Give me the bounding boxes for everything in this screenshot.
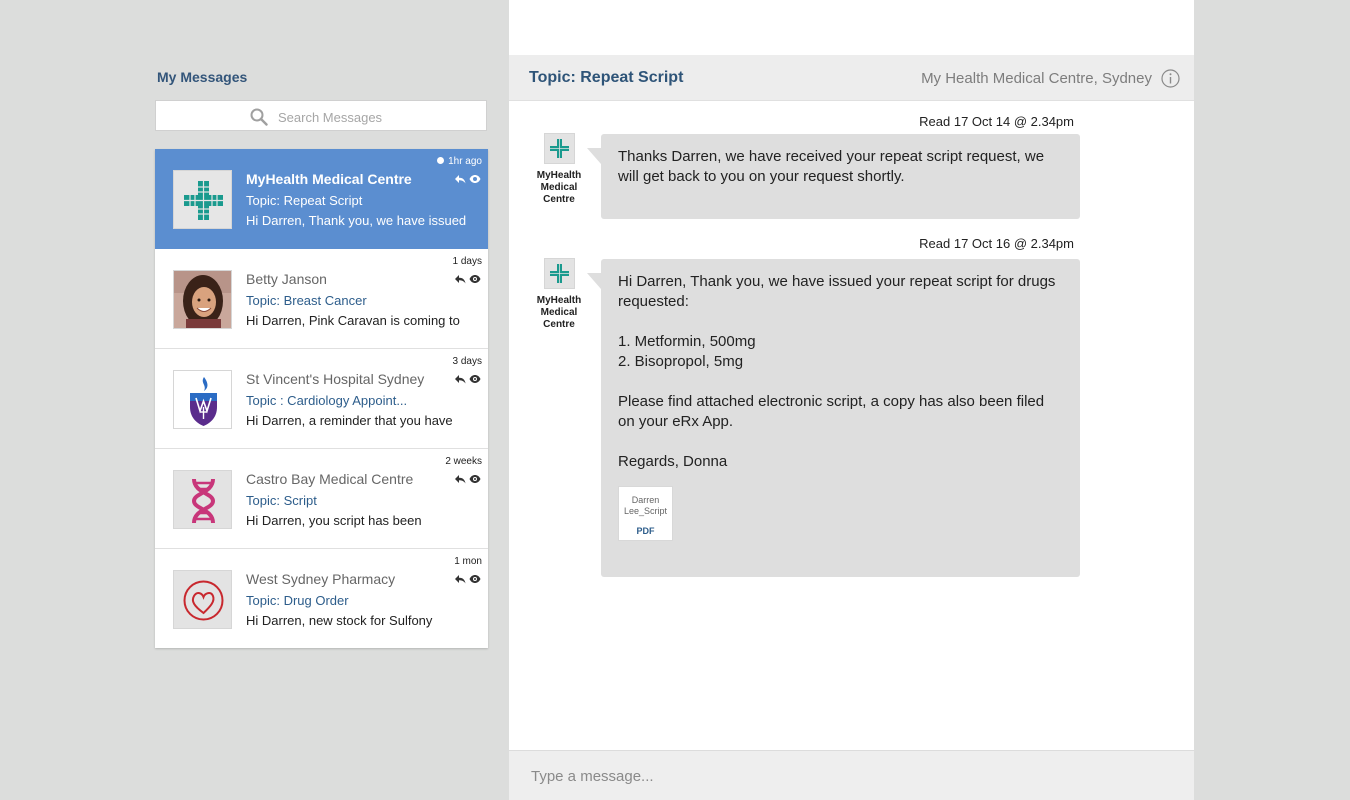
message-text: Regards, Donna	[618, 453, 728, 470]
my-messages-title: My Messages	[157, 69, 248, 85]
attachment-name: Darren Lee_Script	[623, 495, 668, 516]
conversation-sender: West Sydney Pharmacy	[246, 571, 396, 587]
conversation-time: 1 mon	[454, 556, 482, 567]
medical-cross-icon	[543, 258, 575, 289]
message-text: Please find attached electronic script, …	[618, 393, 1045, 430]
conversation-preview: Hi Darren, new stock for Sulfony	[246, 613, 433, 628]
message-input[interactable]	[529, 764, 1173, 788]
conversation-topic: Topic: Repeat Script	[246, 193, 363, 208]
read-receipt: Read 17 Oct 16 @ 2.34pm	[919, 236, 1074, 251]
dna-icon	[173, 470, 232, 529]
message-bubble: Hi Darren, Thank you, we have issued you…	[587, 259, 1080, 577]
view-icon[interactable]	[469, 171, 481, 189]
reply-icon[interactable]	[454, 371, 466, 389]
conversation-time: 1hr ago	[437, 156, 482, 167]
conversation-item-st-vincents[interactable]: 3 days St Vincent's Hospital Sydney Topi…	[155, 349, 488, 449]
search-box[interactable]	[155, 100, 487, 131]
conversation-time: 1 days	[452, 256, 482, 267]
message-sender-name: MyHealth Medical Centre	[536, 170, 582, 205]
person-photo	[173, 270, 232, 329]
view-icon[interactable]	[469, 271, 481, 289]
reply-icon[interactable]	[454, 471, 466, 489]
view-icon[interactable]	[469, 371, 481, 389]
conversation-sender: St Vincent's Hospital Sydney	[246, 371, 425, 387]
conversation-time: 2 weeks	[445, 456, 482, 467]
conversation-topic: Topic: Breast Cancer	[246, 293, 367, 308]
medical-cross-icon	[173, 170, 232, 229]
conversation-preview: Hi Darren, you script has been	[246, 513, 422, 528]
message-sender: MyHealth Medical Centre	[527, 133, 591, 206]
attachment-type: PDF	[636, 526, 655, 536]
message-sender: MyHealth Medical Centre	[527, 258, 591, 331]
search-icon	[250, 108, 268, 131]
message-text: 1. Metformin, 500mg	[618, 333, 756, 350]
conversation-preview: Hi Darren, a reminder that you have	[246, 413, 453, 428]
conversation-sender: Betty Janson	[246, 271, 327, 287]
attachment-file[interactable]: Darren Lee_Script PDF	[618, 486, 673, 541]
conversation-topic: Topic : Cardiology Appoint...	[246, 393, 408, 408]
conversation-item-castro-bay[interactable]: 2 weeks Castro Bay Medical Centre Topic:…	[155, 449, 488, 549]
conversation-list: 1hr ago MyHealth Medical Centre Topic: R…	[155, 149, 488, 648]
chat-organisation: My Health Medical Centre, Sydney	[921, 70, 1152, 87]
conversation-topic: Topic: Script	[246, 493, 317, 508]
conversation-sender: Castro Bay Medical Centre	[246, 471, 414, 487]
medical-cross-icon	[543, 133, 575, 164]
conversation-preview: Hi Darren, Pink Caravan is coming to	[246, 313, 460, 328]
conversation-sender: MyHealth Medical Centre	[246, 171, 412, 187]
conversation-actions	[454, 571, 481, 589]
conversation-item-west-sydney-pharmacy[interactable]: 1 mon West Sydney Pharmacy Topic: Drug O…	[155, 549, 488, 649]
chat-panel: Topic: Repeat Script My Health Medical C…	[509, 0, 1194, 800]
conversation-item-betty-janson[interactable]: 1 days Betty Janson Topic: Breast Cancer…	[155, 249, 488, 349]
info-icon[interactable]	[1161, 69, 1180, 93]
conversation-topic: Topic: Drug Order	[246, 593, 349, 608]
message-text: Hi Darren, Thank you, we have issued you…	[618, 273, 1056, 310]
view-icon[interactable]	[469, 471, 481, 489]
conversation-item-myhealth[interactable]: 1hr ago MyHealth Medical Centre Topic: R…	[155, 149, 488, 249]
conversation-time: 3 days	[452, 356, 482, 367]
message-text: 2. Bisopropol, 5mg	[618, 353, 744, 370]
read-receipt: Read 17 Oct 14 @ 2.34pm	[919, 114, 1074, 129]
heart-icon	[173, 570, 232, 629]
message-bubble: Thanks Darren, we have received your rep…	[587, 134, 1080, 219]
conversation-actions	[454, 271, 481, 289]
reply-icon[interactable]	[454, 171, 466, 189]
conversation-actions	[454, 371, 481, 389]
search-input[interactable]	[276, 106, 480, 128]
message-sender-name: MyHealth Medical Centre	[536, 295, 582, 330]
conversation-preview: Hi Darren, Thank you, we have issued	[246, 213, 467, 228]
reply-icon[interactable]	[454, 271, 466, 289]
unread-dot-icon	[437, 157, 445, 164]
message-text: Thanks Darren, we have received your rep…	[618, 148, 1045, 185]
reply-icon[interactable]	[454, 571, 466, 589]
conversation-actions	[454, 171, 481, 189]
chat-topic: Topic: Repeat Script	[529, 69, 684, 86]
message-composer	[509, 750, 1194, 800]
chat-header: Topic: Repeat Script My Health Medical C…	[509, 55, 1194, 101]
hospital-crest-icon	[173, 370, 232, 429]
view-icon[interactable]	[469, 571, 481, 589]
conversation-actions	[454, 471, 481, 489]
